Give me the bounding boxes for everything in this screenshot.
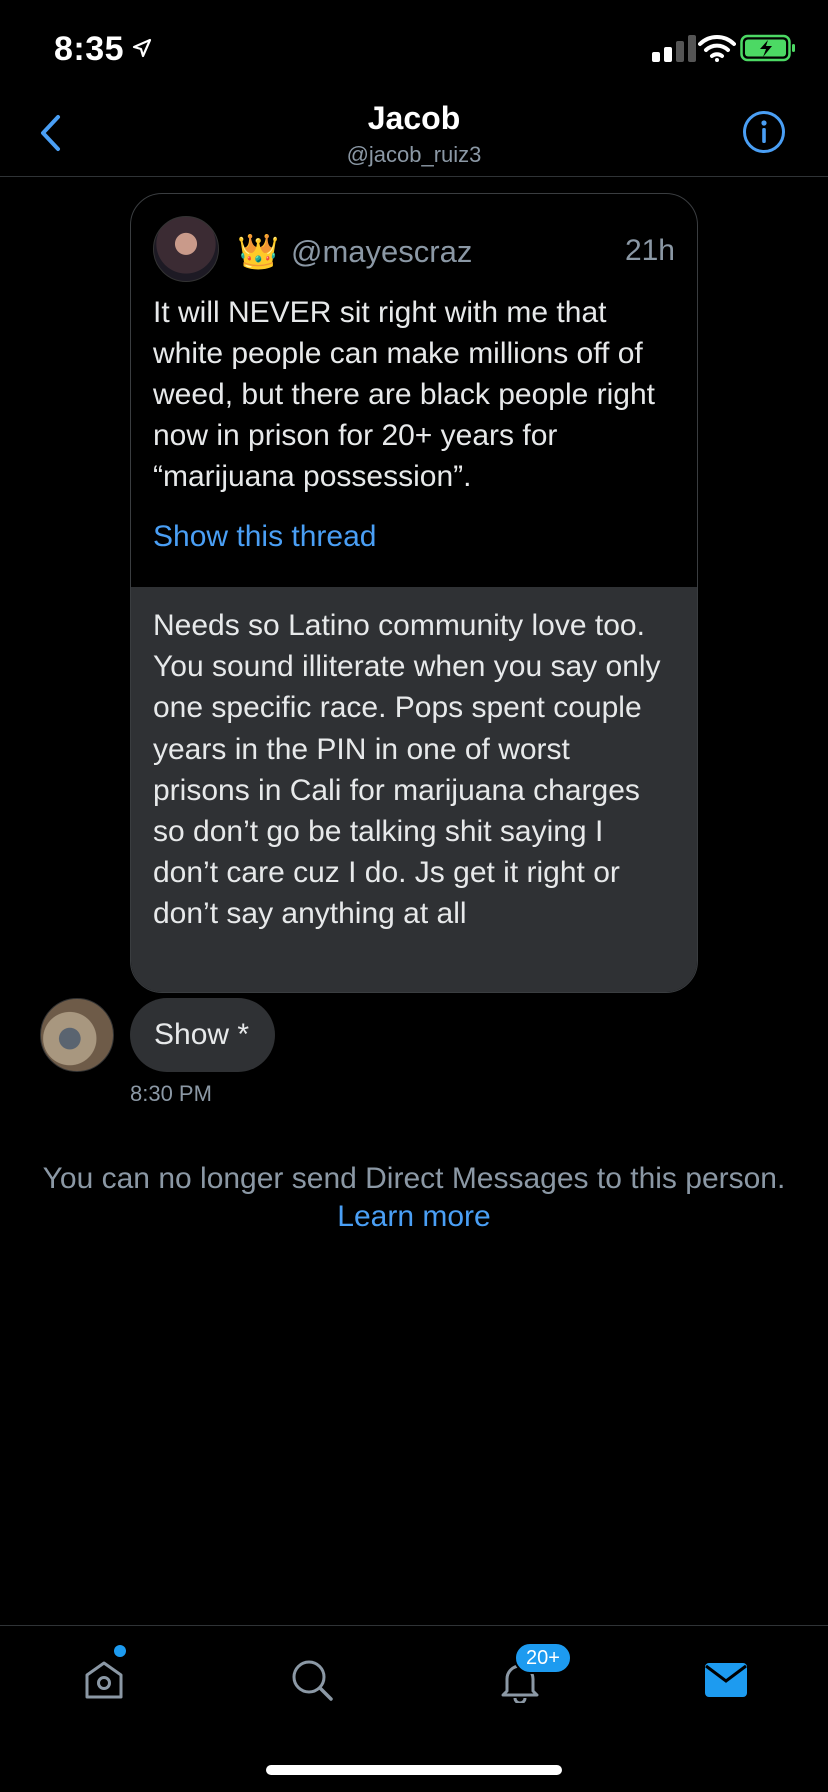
signal-icon xyxy=(652,35,696,62)
tweet-timestamp: 21h xyxy=(624,234,675,267)
contact-handle[interactable]: @jacob_ruiz3 xyxy=(0,142,828,168)
contact-name[interactable]: Jacob xyxy=(0,100,828,137)
message-timestamp: 8:30 PM xyxy=(130,1081,212,1106)
message-bubble[interactable]: Show * xyxy=(130,998,276,1072)
status-bar: 8:35 xyxy=(0,0,828,100)
wifi-icon xyxy=(698,34,736,62)
home-indicator xyxy=(266,1765,562,1775)
battery-charging-icon xyxy=(740,34,795,62)
reply-message-bubble[interactable]: Needs so Latino community love too. You … xyxy=(131,587,697,992)
tab-home[interactable] xyxy=(74,1650,134,1710)
tweet-author-handle[interactable]: @mayescraz xyxy=(291,234,472,270)
avatar[interactable] xyxy=(40,998,114,1072)
tab-messages[interactable] xyxy=(696,1650,756,1710)
home-icon xyxy=(85,1661,123,1699)
tweet-text: It will NEVER sit right with me that whi… xyxy=(153,296,655,493)
search-icon xyxy=(292,1660,333,1701)
shared-tweet-message[interactable]: 👑 @mayescraz 21h It will NEVER sit right… xyxy=(130,193,698,993)
mail-icon xyxy=(705,1663,747,1697)
tab-search[interactable] xyxy=(282,1650,342,1710)
dm-disabled-notice: You can no longer send Direct Messages t… xyxy=(40,1160,788,1236)
notification-badge: 20+ xyxy=(514,1642,572,1674)
location-arrow-icon xyxy=(132,38,152,58)
show-thread-link[interactable]: Show this thread xyxy=(153,520,376,554)
crown-emoji: 👑 xyxy=(237,233,280,271)
notice-text: You can no longer send Direct Messages t… xyxy=(42,1162,786,1195)
reply-message-text: Needs so Latino community love too. You … xyxy=(153,609,661,931)
home-unread-dot xyxy=(114,1645,126,1657)
tweet-author-avatar[interactable] xyxy=(153,216,219,282)
conversation-header: Jacob @jacob_ruiz3 xyxy=(0,100,828,177)
learn-more-link[interactable]: Learn more xyxy=(337,1200,490,1233)
status-time: 8:35 xyxy=(54,30,125,68)
info-icon[interactable] xyxy=(742,110,786,154)
